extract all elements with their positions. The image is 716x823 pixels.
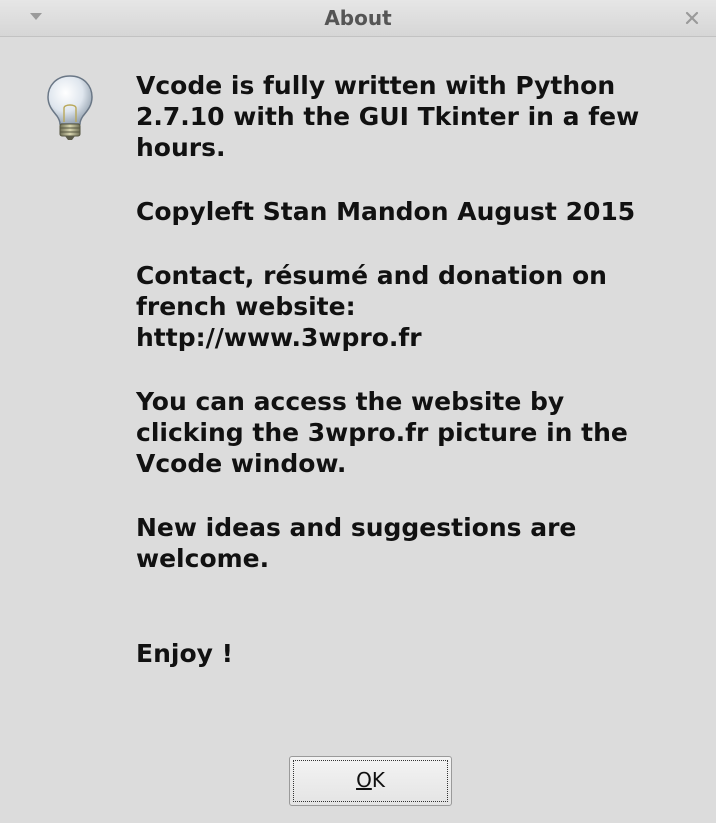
- ok-button[interactable]: OK: [289, 756, 452, 806]
- lightbulb-icon: [47, 75, 93, 140]
- ok-label-rest: K: [371, 768, 385, 792]
- about-message: Vcode is fully written with Python 2.7.1…: [136, 70, 711, 702]
- close-icon[interactable]: [682, 8, 702, 28]
- message-paragraph: New ideas and suggestions are welcome.: [136, 513, 577, 573]
- ok-mnemonic: O: [356, 768, 372, 792]
- message-paragraph: Vcode is fully written with Python 2.7.1…: [136, 71, 640, 162]
- about-dialog: About Vcode is fully written with Python…: [0, 0, 716, 823]
- title-bar[interactable]: About: [0, 0, 716, 37]
- message-paragraph: Copyleft Stan Mandon August 2015: [136, 197, 636, 226]
- window-title: About: [324, 6, 392, 30]
- message-paragraph: You can access the website by clicking t…: [136, 387, 628, 478]
- message-paragraph: Enjoy !: [136, 639, 234, 668]
- ok-button-label: OK: [290, 757, 451, 805]
- message-paragraph: Contact, résumé and donation on french w…: [136, 261, 607, 352]
